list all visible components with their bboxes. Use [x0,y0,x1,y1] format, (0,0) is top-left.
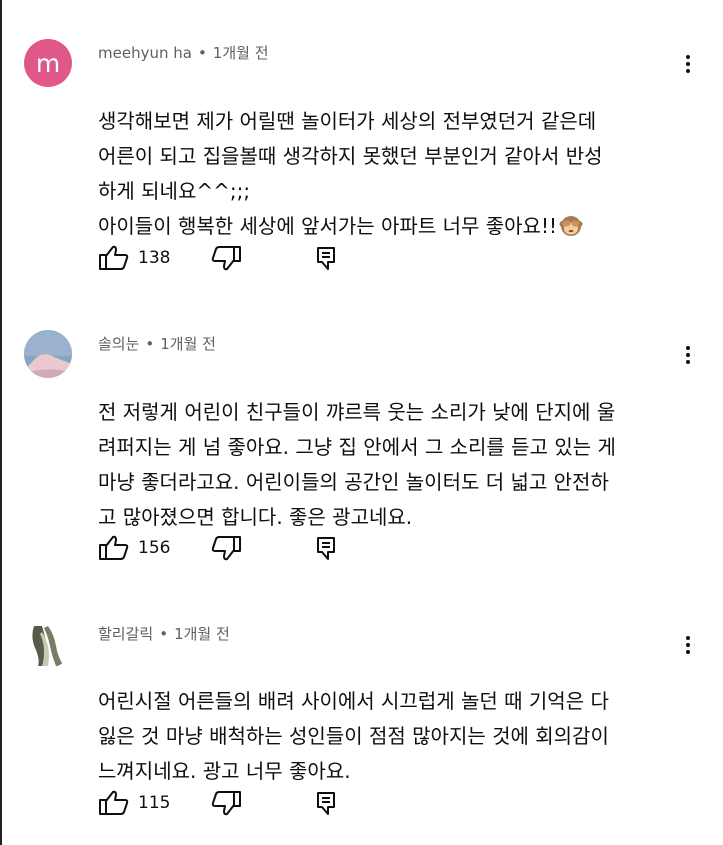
like-button[interactable]: 156 [98,533,170,563]
thumbs-down-icon [211,246,241,271]
see-no-evil-monkey-icon [559,213,583,248]
thumbs-down-icon [211,536,241,561]
author-name[interactable]: meehyun ha [98,44,192,62]
comment-time[interactable]: 1개월 전 [160,335,216,353]
more-options-button[interactable] [676,50,700,78]
avatar[interactable]: m [24,39,72,87]
more-options-button[interactable] [676,631,700,659]
comment-actions: 115 [98,788,358,818]
avatar-letter: m [35,48,61,78]
dislike-button[interactable] [210,243,242,273]
more-options-button[interactable] [676,341,700,369]
meta-separator: • [197,44,207,62]
comment-time[interactable]: 1개월 전 [213,44,269,62]
author-name[interactable]: 솔의눈 [98,335,139,353]
comment-body: 생각해보면 제가 어릴땐 놀이터가 세상의 전부였던거 같은데 어른이 되고 집… [98,109,603,238]
thumbs-down-icon [211,791,241,816]
like-button[interactable]: 138 [98,243,170,273]
avatar-image [24,620,72,668]
avatar[interactable] [24,620,72,668]
left-edge-rule [0,0,2,845]
avatar[interactable] [24,330,72,378]
comment-text: 어린시절 어른들의 배려 사이에서 시끄럽게 놀던 때 기억은 다 잃은 것 마… [98,649,673,789]
like-count: 156 [138,538,171,558]
comment-body: 전 저렇게 어린이 친구들이 꺄르륵 웃는 소리가 낮에 단지에 울 려퍼지는 … [98,400,616,529]
author-name[interactable]: 할리갈릭 [98,625,153,643]
more-vert-icon [686,346,690,350]
thumbs-up-icon [99,535,129,560]
meta-separator: • [145,335,155,353]
comment-time[interactable]: 1개월 전 [174,625,230,643]
thumbs-up-icon [99,245,129,270]
meta-separator: • [159,625,169,643]
like-button[interactable]: 115 [98,788,170,818]
more-vert-icon [686,55,690,59]
comment-text: 생각해보면 제가 어릴땐 놀이터가 세상의 전부였던거 같은데 어른이 되고 집… [98,69,673,248]
reply-button[interactable] [314,243,338,273]
comment-meta: 할리갈릭 • 1개월 전 [98,623,230,644]
reply-button[interactable] [314,533,338,563]
reply-icon [317,537,335,560]
comment-meta: meehyun ha • 1개월 전 [98,42,269,63]
comment-body: 어린시절 어른들의 배려 사이에서 시끄럽게 놀던 때 기억은 다 잃은 것 마… [98,689,609,783]
like-count: 115 [138,793,171,813]
avatar-image [24,330,72,378]
like-count: 138 [138,248,171,268]
comment-actions: 156 [98,533,358,563]
comment-text: 전 저렇게 어린이 친구들이 꺄르륵 웃는 소리가 낮에 단지에 울 려퍼지는 … [98,360,673,535]
reply-button[interactable] [314,788,338,818]
dislike-button[interactable] [210,533,242,563]
thumbs-up-icon [99,790,129,815]
more-vert-icon [686,636,690,640]
dislike-button[interactable] [210,788,242,818]
comment-meta: 솔의눈 • 1개월 전 [98,333,216,354]
reply-icon [317,247,335,270]
comment-actions: 138 [98,243,358,273]
reply-icon [317,792,335,815]
